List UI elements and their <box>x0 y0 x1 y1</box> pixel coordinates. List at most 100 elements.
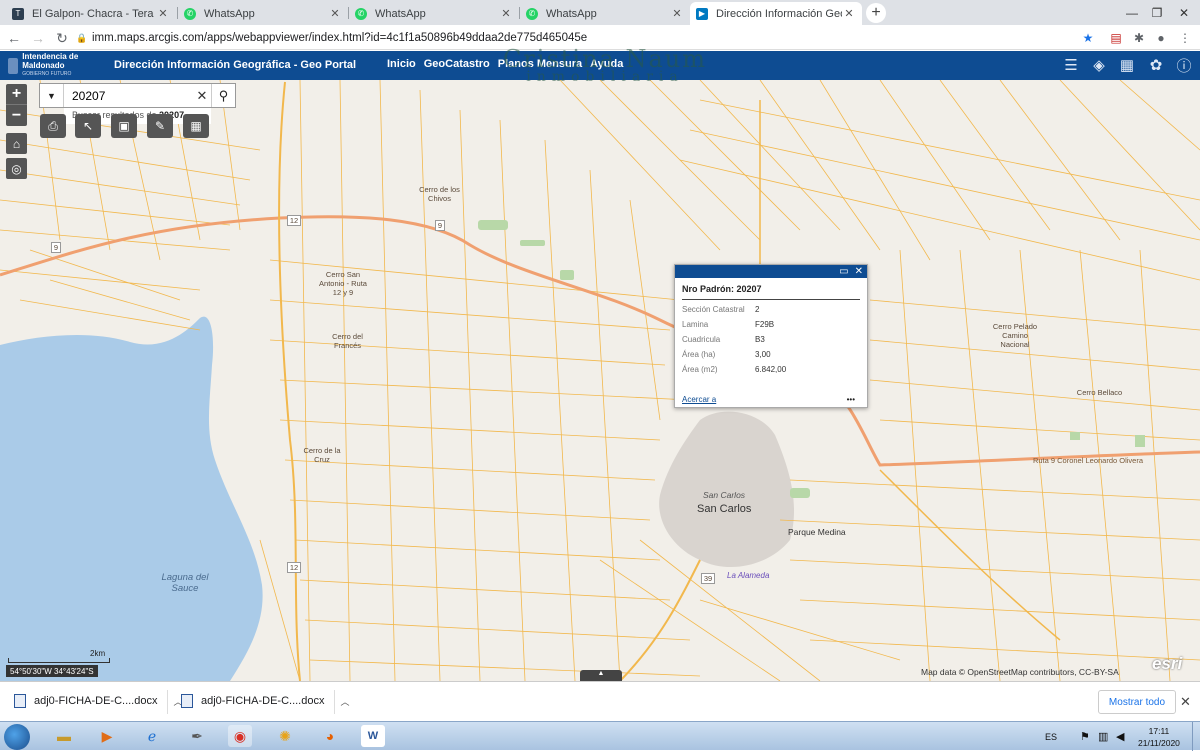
close-popup-icon[interactable]: ✕ <box>855 266 863 277</box>
firefox-icon[interactable]: ◕ <box>318 725 342 747</box>
volume-icon[interactable]: ◀ <box>1116 722 1124 751</box>
internet-explorer-icon[interactable]: ℯ <box>140 725 164 747</box>
attr-value: 2 <box>755 305 760 314</box>
download-item[interactable]: adj0-FICHA-DE-C....docx ︿ <box>14 694 183 708</box>
language-indicator[interactable]: ES <box>1045 722 1057 751</box>
crest-icon <box>8 57 19 74</box>
close-download-bar-icon[interactable]: ✕ <box>1180 694 1191 710</box>
tab-title: WhatsApp <box>546 7 597 20</box>
chrome-menu-icon[interactable]: ⋮ <box>1177 30 1193 46</box>
coordinate-readout: 54°50'30"W 34°43'24"S <box>6 665 98 677</box>
download-bar: adj0-FICHA-DE-C....docx ︿ adj0-FICHA-DE-… <box>0 681 1200 721</box>
layer-list-icon[interactable]: ☰ <box>1061 55 1081 75</box>
layers-icon[interactable]: ◈ <box>1089 55 1109 75</box>
intendencia-logo: Intendencia de Maldonado GOBIERNO FUTURO <box>8 52 108 77</box>
chrome-taskbar-icon[interactable]: ◉ <box>228 725 252 747</box>
attr-value: 3,00 <box>755 350 771 359</box>
whatsapp-icon: ✆ <box>355 7 367 20</box>
attr-value: 6.842,00 <box>755 365 787 374</box>
extensions-puzzle-icon[interactable]: ✱ <box>1131 30 1147 46</box>
app-header: Intendencia de Maldonado GOBIERNO FUTURO … <box>0 51 1200 80</box>
close-tab-icon[interactable]: ✕ <box>670 7 684 20</box>
flag-icon[interactable]: ⚑ <box>1080 722 1090 751</box>
tab-whatsapp-1[interactable]: ✆ WhatsApp ✕ <box>178 2 348 25</box>
tab-title: El Galpon- Chacra - Tera CRM <box>32 7 156 20</box>
app-title: Dirección Información Geográfica - Geo P… <box>114 59 357 71</box>
tab-tera-crm[interactable]: T El Galpon- Chacra - Tera CRM ✕ <box>6 2 176 25</box>
network-icon[interactable]: ▥ <box>1098 722 1108 751</box>
zoom-out-button[interactable]: − <box>6 105 27 126</box>
close-tab-icon[interactable]: ✕ <box>499 7 513 20</box>
measure-icon: ▦ <box>190 119 202 133</box>
start-button[interactable] <box>4 724 30 750</box>
app-nav: Inicio GeoCatastro Planos Mensura Ayuda <box>387 58 623 70</box>
select-tool-button[interactable]: ↖ <box>75 114 101 138</box>
nav-planos-mensura[interactable]: Planos Mensura <box>498 58 582 70</box>
tab-whatsapp-2[interactable]: ✆ WhatsApp ✕ <box>349 2 519 25</box>
home-button[interactable]: ⌂ <box>6 133 27 154</box>
clock-time: 17:11 <box>1148 726 1170 736</box>
zoom-to-link[interactable]: Acercar a <box>682 395 716 404</box>
tab-geo-portal[interactable]: ▶ Dirección Información Geográfica ✕ <box>690 2 862 25</box>
reload-icon[interactable]: ↻ <box>52 28 72 48</box>
nav-geocatastro[interactable]: GeoCatastro <box>424 58 490 70</box>
word-doc-icon <box>181 694 193 708</box>
forward-icon[interactable]: → <box>28 28 48 48</box>
nav-ayuda[interactable]: Ayuda <box>590 58 623 70</box>
nav-inicio[interactable]: Inicio <box>387 58 416 70</box>
attr-key: Lamina <box>682 320 709 329</box>
close-tab-icon[interactable]: ✕ <box>328 7 342 20</box>
close-tab-icon[interactable]: ✕ <box>156 7 170 20</box>
attribute-table-toggle[interactable]: ▲ <box>580 670 622 681</box>
attribute-tool-button[interactable]: ▣ <box>111 114 137 138</box>
app-icon[interactable]: ✒ <box>185 725 209 747</box>
scale-label: 2km <box>90 649 106 658</box>
map-view[interactable]: Cerro de los Chivos Cerro San Antonio - … <box>0 80 1200 681</box>
popup-titlebar: ▭ ✕ <box>675 265 867 278</box>
pdf-extension-icon[interactable]: ▤ <box>1108 30 1124 46</box>
system-clock[interactable]: 17:11 21/11/2020 <box>1138 725 1180 749</box>
browser-tab-strip: T El Galpon- Chacra - Tera CRM ✕ ✆ Whats… <box>0 0 1200 25</box>
more-actions-icon[interactable]: ••• <box>847 395 855 404</box>
close-tab-icon[interactable]: ✕ <box>842 7 856 20</box>
back-icon[interactable]: ← <box>4 28 24 48</box>
arcgis-icon: ▶ <box>696 7 708 20</box>
basemap-gallery-icon[interactable]: ▦ <box>1117 55 1137 75</box>
window-close-icon[interactable]: ✕ <box>1170 0 1198 25</box>
minimize-icon[interactable]: — <box>1118 0 1146 25</box>
file-explorer-icon[interactable]: ▬ <box>52 725 76 747</box>
download-filename: adj0-FICHA-DE-C....docx <box>201 695 325 707</box>
new-tab-button[interactable]: + <box>866 3 886 23</box>
download-filename: adj0-FICHA-DE-C....docx <box>34 695 158 707</box>
show-desktop-button[interactable] <box>1192 722 1200 751</box>
search-source-dropdown[interactable]: ▼ <box>40 84 64 107</box>
url-field[interactable]: 🔒 imm.maps.arcgis.com/apps/webappviewer/… <box>76 28 1106 47</box>
measure-tool-button[interactable]: ▦ <box>183 114 209 138</box>
draw-tool-button[interactable]: ✎ <box>147 114 173 138</box>
info-icon[interactable]: ⓘ <box>1174 55 1194 75</box>
zoom-in-button[interactable]: + <box>6 84 27 105</box>
chevron-up-icon[interactable]: ︿ <box>340 695 349 708</box>
show-all-downloads-button[interactable]: Mostrar todo <box>1098 690 1176 714</box>
clear-search-icon[interactable]: ✕ <box>193 88 211 104</box>
settings-taskbar-icon[interactable]: ✺ <box>273 725 297 747</box>
my-location-button[interactable]: ◎ <box>6 158 27 179</box>
print-button[interactable]: ⎙ <box>40 114 66 138</box>
maximize-icon[interactable]: ▭ <box>839 266 848 277</box>
attr-key: Sección Catastral <box>682 305 745 314</box>
word-icon[interactable]: W <box>361 725 385 747</box>
tab-whatsapp-3[interactable]: ✆ WhatsApp ✕ <box>520 2 690 25</box>
table-row: Área (m2) 6.842,00 <box>682 365 786 380</box>
analysis-icon[interactable]: ✿ <box>1146 55 1166 75</box>
lock-icon: 🔒 <box>76 32 88 43</box>
logo-text: Intendencia de Maldonado <box>22 52 79 70</box>
profile-icon[interactable]: ● <box>1153 30 1169 46</box>
search-button[interactable]: ⚲ <box>211 84 235 107</box>
bookmark-star-icon[interactable]: ★ <box>1080 30 1096 46</box>
scale-bar: 2km <box>8 649 110 663</box>
restore-icon[interactable]: ❐ <box>1143 0 1171 25</box>
media-player-icon[interactable]: ▶ <box>95 725 119 747</box>
download-item[interactable]: adj0-FICHA-DE-C....docx ︿ <box>181 694 350 708</box>
search-input[interactable] <box>64 88 193 103</box>
table-row: Sección Catastral 2 <box>682 305 786 320</box>
